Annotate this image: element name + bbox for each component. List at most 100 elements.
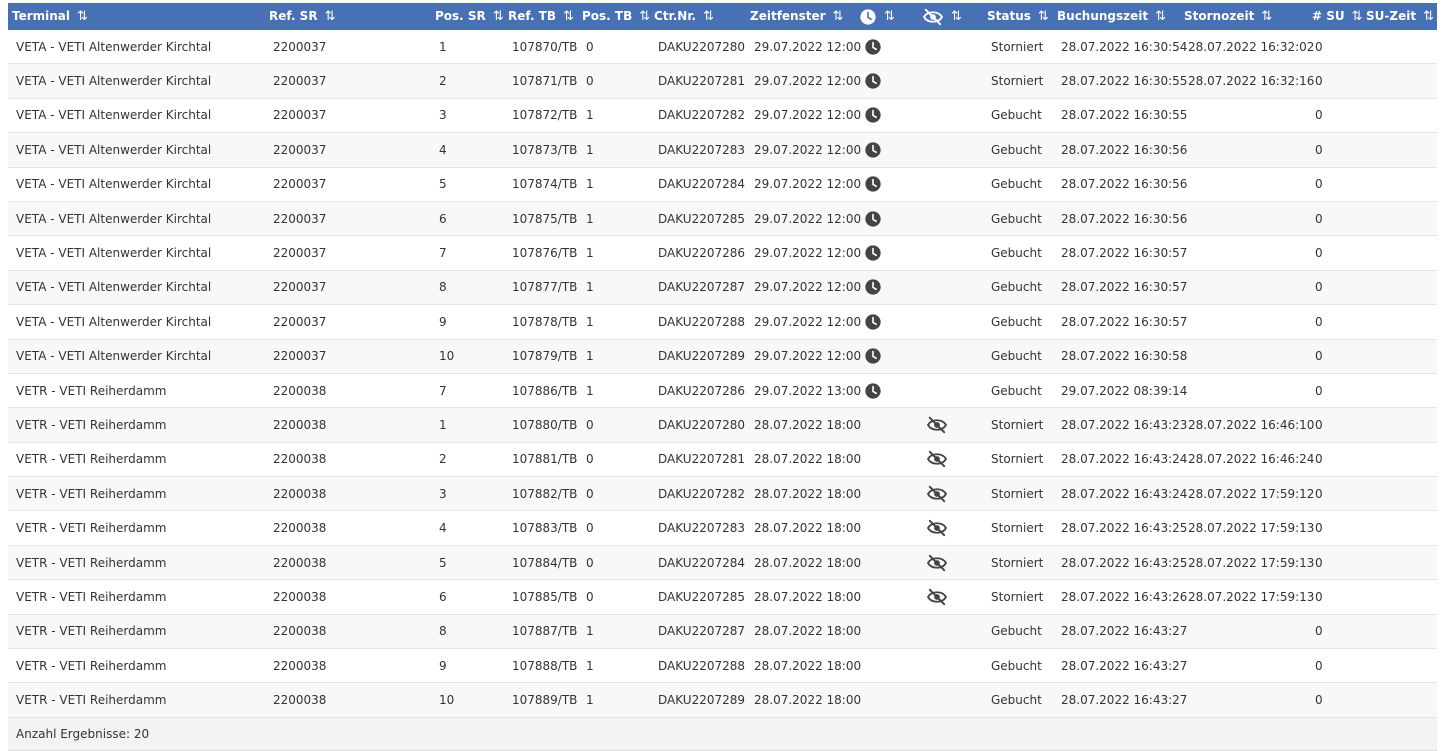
cell-buchungszeit: 29.07.2022 08:39:14 xyxy=(1061,383,1188,398)
table-row[interactable]: VETA - VETI Altenwerder Kirchtal 2200037 1… xyxy=(8,30,1437,65)
eye-slash-icon xyxy=(926,546,948,579)
table-row[interactable]: VETA - VETI Altenwerder Kirchtal 2200037 5… xyxy=(8,167,1437,202)
cell-pos-sr: 5 xyxy=(439,555,447,570)
column-header-ref-tb[interactable]: Ref. TB ⇅ xyxy=(508,3,574,30)
cell-su-count: 0 xyxy=(1315,39,1323,54)
table-row[interactable]: VETA - VETI Altenwerder Kirchtal 2200037 9… xyxy=(8,305,1437,340)
column-header-pos-sr[interactable]: Pos. SR ⇅ xyxy=(435,3,504,30)
cell-pos-sr: 10 xyxy=(439,349,455,364)
cell-buchungszeit: 28.07.2022 16:30:55 xyxy=(1061,74,1188,89)
cell-zeitfenster: 29.07.2022 12:00 xyxy=(754,211,862,226)
sort-icon[interactable]: ⇅ xyxy=(77,3,88,30)
cell-pos-sr: 5 xyxy=(439,177,447,192)
column-header-ctr-nr[interactable]: Ctr.Nr. ⇅ xyxy=(654,3,714,30)
cell-ref-tb: 107873/TB xyxy=(512,142,578,157)
cell-terminal: VETR - VETI Reiherdamm xyxy=(16,486,167,501)
sort-icon[interactable]: ⇅ xyxy=(951,3,962,30)
sort-icon[interactable]: ⇅ xyxy=(1155,3,1166,30)
cell-ref-sr: 2200037 xyxy=(273,246,327,261)
table-row[interactable]: VETR - VETI Reiherdamm 2200038 5 107884/TB 0… xyxy=(8,545,1437,581)
column-label: Ctr.Nr. xyxy=(654,9,697,23)
cell-ref-tb: 107885/TB xyxy=(512,589,578,604)
sort-icon[interactable]: ⇅ xyxy=(884,3,895,30)
table-row[interactable]: VETA - VETI Altenwerder Kirchtal 2200037 6… xyxy=(8,201,1437,237)
cell-ref-sr: 2200038 xyxy=(273,417,327,432)
cell-status: Gebucht xyxy=(991,349,1042,364)
cell-pos-tb: 1 xyxy=(586,349,594,364)
table-row[interactable]: VETR - VETI Reiherdamm 2200038 1 107880/TB 0… xyxy=(8,408,1437,443)
cell-buchungszeit: 28.07.2022 16:43:27 xyxy=(1061,693,1188,708)
cell-status: Storniert xyxy=(991,74,1044,89)
table-row[interactable]: VETR - VETI Reiherdamm 2200038 4 107883/TB 0… xyxy=(8,511,1437,546)
table-row[interactable]: VETA - VETI Altenwerder Kirchtal 2200037 8… xyxy=(8,270,1437,306)
column-header-ref-sr[interactable]: Ref. SR ⇅ xyxy=(269,3,336,30)
table-row[interactable]: VETR - VETI Reiherdamm 2200038 3 107882/TB 0… xyxy=(8,477,1437,512)
table-row[interactable]: VETA - VETI Altenwerder Kirchtal 2200037 2… xyxy=(8,64,1437,99)
cell-ctr-nr: DAKU2207280 xyxy=(658,417,746,432)
cell-pos-sr: 1 xyxy=(439,417,447,432)
sort-icon[interactable]: ⇅ xyxy=(833,3,844,30)
sort-icon[interactable]: ⇅ xyxy=(325,3,336,30)
column-label: SU-Zeit xyxy=(1366,9,1417,23)
table-row[interactable]: VETR - VETI Reiherdamm 2200038 10 107889/TB… xyxy=(8,683,1437,718)
sort-icon[interactable]: ⇅ xyxy=(1038,3,1049,30)
cell-ref-tb: 107872/TB xyxy=(512,108,578,123)
cell-ref-tb: 107889/TB xyxy=(512,693,578,708)
column-header-terminal[interactable]: Terminal ⇅ xyxy=(12,3,88,30)
table-row[interactable]: VETA - VETI Altenwerder Kirchtal 2200037 3… xyxy=(8,98,1437,134)
cell-su-count: 0 xyxy=(1315,555,1323,570)
cell-pos-sr: 2 xyxy=(439,452,447,467)
sort-icon[interactable]: ⇅ xyxy=(493,3,504,30)
table-row[interactable]: VETR - VETI Reiherdamm 2200038 9 107888/TB 1… xyxy=(8,649,1437,684)
cell-status: Gebucht xyxy=(991,108,1042,123)
results-count: Anzahl Ergebnisse: 20 xyxy=(16,726,150,741)
column-header-clock[interactable]: ⇅ xyxy=(859,3,895,30)
cell-terminal: VETR - VETI Reiherdamm xyxy=(16,555,167,570)
cell-status: Gebucht xyxy=(991,280,1042,295)
sort-icon[interactable]: ⇅ xyxy=(1261,3,1272,30)
cell-su-count: 0 xyxy=(1315,383,1323,398)
cell-buchungszeit: 28.07.2022 16:43:27 xyxy=(1061,658,1188,673)
clock-icon xyxy=(859,8,877,26)
cell-status: Gebucht xyxy=(991,142,1042,157)
cell-stornozeit: 28.07.2022 16:32:16 xyxy=(1188,74,1315,89)
booking-table: Terminal ⇅ Ref. SR ⇅ Pos. SR ⇅ Ref. TB ⇅ Pos. TB… xyxy=(8,3,1437,751)
table-row[interactable]: VETA - VETI Altenwerder Kirchtal 2200037 4… xyxy=(8,133,1437,168)
table-row[interactable]: VETR - VETI Reiherdamm 2200038 6 107885/TB 0… xyxy=(8,580,1437,615)
sort-icon[interactable]: ⇅ xyxy=(563,3,574,30)
cell-ctr-nr: DAKU2207288 xyxy=(658,658,746,673)
cell-su-count: 0 xyxy=(1315,521,1323,536)
column-header-buchungszeit[interactable]: Buchungszeit ⇅ xyxy=(1057,3,1166,30)
column-header-pos-tb[interactable]: Pos. TB ⇅ xyxy=(582,3,650,30)
cell-pos-sr: 8 xyxy=(439,280,447,295)
table-row[interactable]: VETR - VETI Reiherdamm 2200038 2 107881/TB 0… xyxy=(8,442,1437,478)
cell-ref-tb: 107887/TB xyxy=(512,624,578,639)
cell-pos-sr: 9 xyxy=(439,314,447,329)
cell-pos-sr: 6 xyxy=(439,211,447,226)
column-header-hidden[interactable]: ⇅ xyxy=(922,3,962,30)
table-row[interactable]: VETR - VETI Reiherdamm 2200038 8 107887/TB 1… xyxy=(8,614,1437,650)
column-header-zeitfenster[interactable]: Zeitfenster ⇅ xyxy=(750,3,844,30)
column-header-su-zeit[interactable]: SU-Zeit ⇅ xyxy=(1366,3,1434,30)
cell-ref-tb: 107870/TB xyxy=(512,39,578,54)
sort-icon[interactable]: ⇅ xyxy=(703,3,714,30)
cell-stornozeit: 28.07.2022 17:59:13 xyxy=(1188,555,1315,570)
sort-icon[interactable]: ⇅ xyxy=(1352,3,1363,30)
column-header-su-count[interactable]: # SU ⇅ xyxy=(1312,3,1363,30)
cell-ctr-nr: DAKU2207282 xyxy=(658,108,746,123)
cell-zeitfenster: 28.07.2022 18:00 xyxy=(754,589,862,604)
column-header-status[interactable]: Status ⇅ xyxy=(987,3,1049,30)
table-row[interactable]: VETA - VETI Altenwerder Kirchtal 2200037 1… xyxy=(8,339,1437,374)
table-row[interactable]: VETA - VETI Altenwerder Kirchtal 2200037 7… xyxy=(8,236,1437,271)
sort-icon[interactable]: ⇅ xyxy=(1423,3,1434,30)
column-header-stornozeit[interactable]: Stornozeit ⇅ xyxy=(1184,3,1272,30)
table-row[interactable]: VETR - VETI Reiherdamm 2200038 7 107886/TB 1… xyxy=(8,373,1437,409)
sort-icon[interactable]: ⇅ xyxy=(639,3,650,30)
cell-pos-sr: 3 xyxy=(439,486,447,501)
eye-slash-icon xyxy=(922,8,944,26)
cell-ctr-nr: DAKU2207288 xyxy=(658,314,746,329)
cell-status: Gebucht xyxy=(991,211,1042,226)
cell-pos-tb: 0 xyxy=(586,452,594,467)
column-label: Ref. SR xyxy=(269,9,318,23)
clock-icon xyxy=(864,305,882,338)
